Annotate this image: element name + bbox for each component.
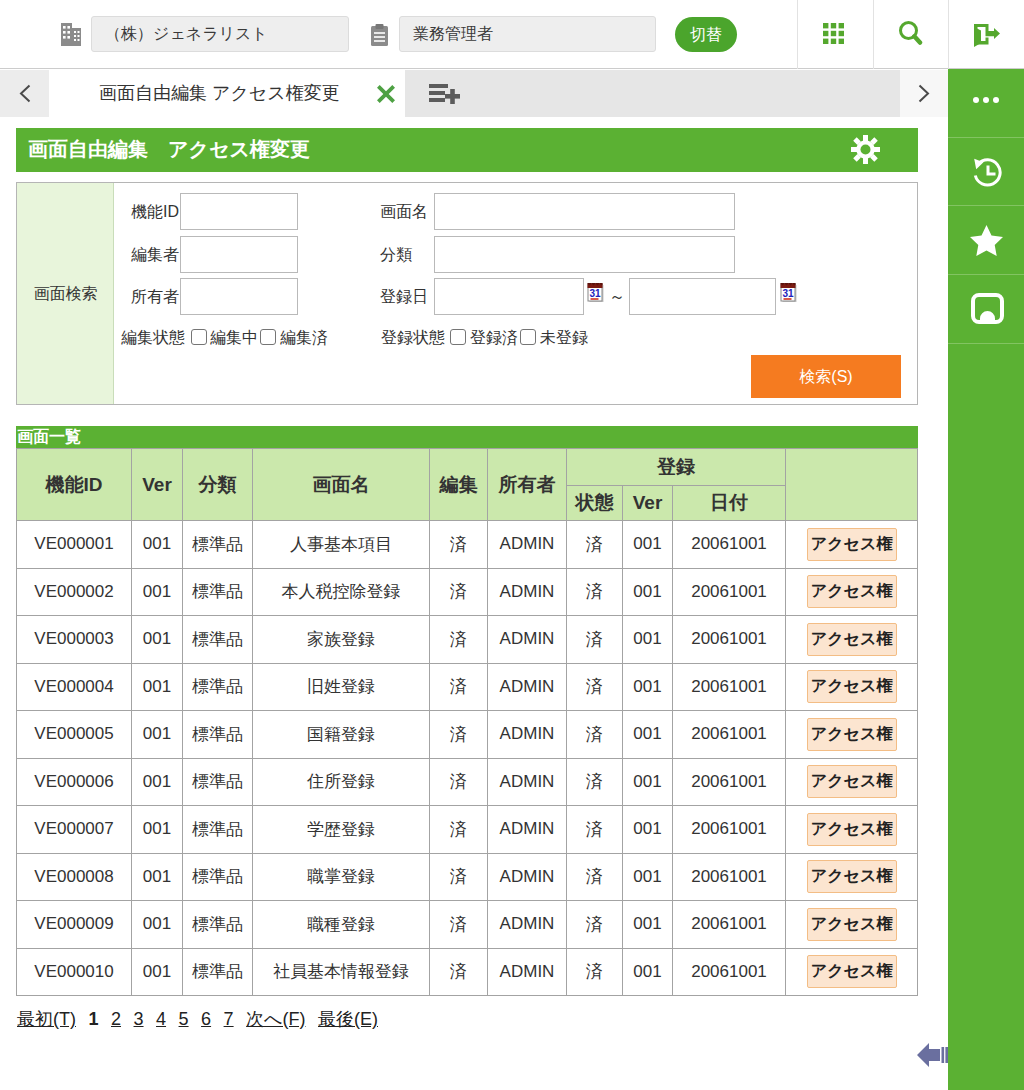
- svg-text:31: 31: [782, 288, 794, 299]
- svg-text:31: 31: [589, 288, 601, 299]
